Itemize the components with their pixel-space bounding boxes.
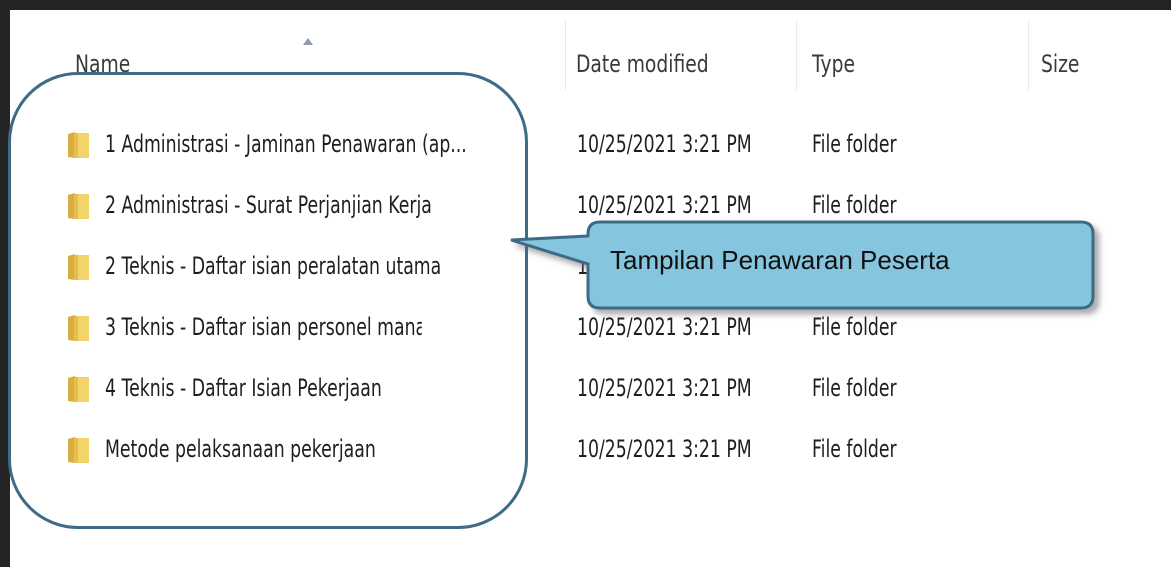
file-date-modified: 10/25/2021 3:21 PM xyxy=(577,435,752,463)
file-type: File folder xyxy=(812,130,897,158)
file-type: File folder xyxy=(812,374,897,402)
folder-icon xyxy=(68,132,89,158)
column-divider[interactable] xyxy=(565,20,566,90)
explorer-window: Name Date modified Type Size 1 Administr… xyxy=(0,0,1171,567)
folder-icon xyxy=(68,437,89,463)
file-date-modified: 10/25/2021 3:21 PM xyxy=(577,313,752,341)
file-date-modified: 10/25/2021 3:21 PM xyxy=(577,374,752,402)
sort-up-icon[interactable] xyxy=(303,38,313,45)
folder-icon xyxy=(68,315,89,341)
file-row[interactable]: 4 Teknis - Daftar Isian Pekerjaan 10/25/… xyxy=(20,361,1171,415)
folder-icon xyxy=(68,376,89,402)
file-type: File folder xyxy=(812,191,897,219)
file-date-modified: 10/25/2021 3:21 PM xyxy=(577,130,752,158)
file-name: 2 Administrasi - Surat Perjanjian Kerja xyxy=(105,191,432,219)
file-row[interactable]: Metode pelaksanaan pekerjaan 10/25/2021 … xyxy=(20,422,1171,476)
folder-icon xyxy=(68,254,89,280)
callout-text: Tampilan Penawaran Peserta xyxy=(610,245,950,275)
folder-icon xyxy=(68,193,89,219)
column-header-type[interactable]: Type xyxy=(812,50,855,78)
column-divider[interactable] xyxy=(796,20,797,90)
file-name: 3 Teknis - Daftar isian personel manajer… xyxy=(105,313,422,341)
file-name: 1 Administrasi - Jaminan Penawaran (ap..… xyxy=(105,130,467,158)
file-name: 4 Teknis - Daftar Isian Pekerjaan xyxy=(105,374,382,402)
file-row[interactable]: 3 Teknis - Daftar isian personel manajer… xyxy=(20,300,1171,354)
file-row[interactable]: 1 Administrasi - Jaminan Penawaran (ap..… xyxy=(20,117,1171,171)
file-name: Metode pelaksanaan pekerjaan xyxy=(105,435,376,463)
column-divider[interactable] xyxy=(1028,20,1029,90)
column-header-date-modified[interactable]: Date modified xyxy=(576,50,709,78)
file-type: File folder xyxy=(812,313,897,341)
column-header-bar: Name Date modified Type Size xyxy=(20,20,1171,90)
file-date-modified: 10/25/2021 3:21 PM xyxy=(577,191,752,219)
file-row[interactable]: 2 Teknis - Daftar isian peralatan utama … xyxy=(20,239,1171,293)
column-header-name[interactable]: Name xyxy=(75,50,130,78)
file-row[interactable]: 2 Administrasi - Surat Perjanjian Kerja … xyxy=(20,178,1171,232)
file-type: File folder xyxy=(812,435,897,463)
column-header-size[interactable]: Size xyxy=(1041,50,1079,78)
file-name: 2 Teknis - Daftar isian peralatan utama xyxy=(105,252,442,280)
